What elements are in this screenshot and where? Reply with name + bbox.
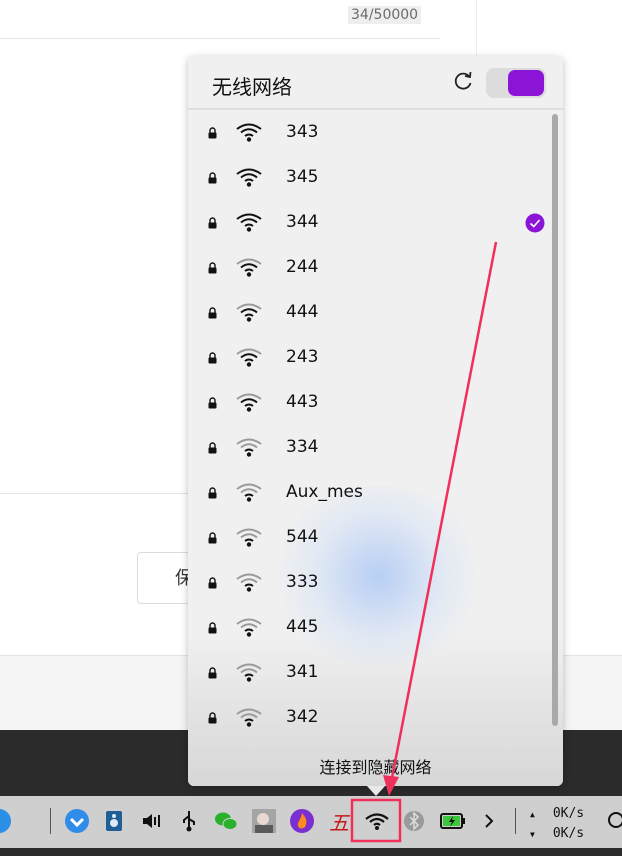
wifi-signal-icon xyxy=(236,438,262,457)
volume-icon[interactable] xyxy=(139,808,165,834)
wifi-signal-icon xyxy=(236,663,262,682)
download-arrow-icon: ▼ xyxy=(530,830,535,839)
network-name: 341 xyxy=(286,662,319,682)
network-name: 334 xyxy=(286,437,319,457)
taskbar-separator xyxy=(515,808,516,834)
network-name: 244 xyxy=(286,257,319,277)
lock-icon xyxy=(208,442,217,454)
wifi-signal-icon xyxy=(236,258,262,277)
network-item-445[interactable]: 445 xyxy=(188,607,550,652)
panel-pointer xyxy=(367,786,385,796)
usb-icon[interactable] xyxy=(176,808,202,834)
network-name: 443 xyxy=(286,392,319,412)
lock-icon xyxy=(208,127,217,139)
wifi-signal-icon xyxy=(236,123,262,142)
wifi-panel: 无线网络 343 345 344 244 444 243 443 334 Aux_mes 544 3… xyxy=(188,56,563,786)
network-item-333[interactable]: 333 xyxy=(188,562,550,607)
taskbar-bottom-edge xyxy=(0,848,622,856)
lock-icon xyxy=(208,172,217,184)
network-item-342[interactable]: 342 xyxy=(188,697,550,742)
bluetooth-icon[interactable] xyxy=(401,808,427,834)
lock-icon xyxy=(208,577,217,589)
network-name: 444 xyxy=(286,302,319,322)
wifi-signal-icon xyxy=(236,483,262,502)
network-name: 343 xyxy=(286,122,319,142)
toggle-knob xyxy=(508,70,544,96)
network-item-Aux_mes[interactable]: Aux_mes xyxy=(188,472,550,517)
lock-icon xyxy=(208,217,217,229)
battery-icon[interactable] xyxy=(439,808,465,834)
wifi-toggle[interactable] xyxy=(486,68,546,98)
refresh-icon[interactable] xyxy=(452,70,474,92)
taskbar: 五 ▲ 0K/s ▼ 0K/s xyxy=(0,796,622,856)
fire-app-icon[interactable] xyxy=(289,808,315,834)
wifi-icon[interactable] xyxy=(364,808,390,834)
wifi-signal-icon xyxy=(236,213,262,232)
network-name: 345 xyxy=(286,167,319,187)
network-item-344[interactable]: 344 xyxy=(188,202,550,247)
network-list: 343 345 344 244 444 243 443 334 Aux_mes 544 333 445… xyxy=(188,112,550,742)
network-name: Aux_mes xyxy=(286,482,363,502)
network-name: 344 xyxy=(286,212,319,232)
download-speed: 0K/s xyxy=(552,826,585,841)
header-divider xyxy=(188,108,563,110)
network-name: 445 xyxy=(286,617,319,637)
network-item-544[interactable]: 544 xyxy=(188,517,550,562)
network-item-341[interactable]: 341 xyxy=(188,652,550,697)
wifi-signal-icon xyxy=(236,708,262,727)
wifi-signal-icon xyxy=(236,303,262,322)
panel-title: 无线网络 xyxy=(212,75,292,99)
network-name: 333 xyxy=(286,572,319,592)
upload-speed: 0K/s xyxy=(552,806,585,821)
lock-icon xyxy=(208,532,217,544)
network-item-343[interactable]: 343 xyxy=(188,112,550,157)
network-item-443[interactable]: 443 xyxy=(188,382,550,427)
network-name: 342 xyxy=(286,707,319,727)
lock-icon xyxy=(208,262,217,274)
lock-icon xyxy=(208,712,217,724)
wifi-signal-icon xyxy=(236,168,262,187)
connect-hidden-network[interactable]: 连接到隐藏网络 xyxy=(188,754,563,778)
network-item-244[interactable]: 244 xyxy=(188,247,550,292)
expand-chevron-icon[interactable] xyxy=(476,808,502,834)
speaker-device-icon[interactable] xyxy=(101,808,127,834)
network-name: 243 xyxy=(286,347,319,367)
app-avatar-icon[interactable] xyxy=(251,808,277,834)
taskbar-separator xyxy=(50,808,51,834)
upload-arrow-icon: ▲ xyxy=(530,810,535,819)
divider xyxy=(0,38,440,39)
char-counter: 34/50000 xyxy=(348,6,422,24)
network-item-243[interactable]: 243 xyxy=(188,337,550,382)
lock-icon xyxy=(208,487,217,499)
lock-icon xyxy=(208,622,217,634)
wifi-signal-icon xyxy=(236,573,262,592)
lock-icon xyxy=(208,352,217,364)
lock-icon xyxy=(208,397,217,409)
wifi-signal-icon xyxy=(236,618,262,637)
network-speed: ▲ 0K/s ▼ 0K/s xyxy=(530,804,584,844)
wubi-input-icon[interactable]: 五 xyxy=(326,808,352,835)
launcher-icon[interactable] xyxy=(0,808,12,834)
connected-check-icon xyxy=(525,213,545,233)
network-item-444[interactable]: 444 xyxy=(188,292,550,337)
dde-file-icon[interactable] xyxy=(64,808,90,834)
network-name: 544 xyxy=(286,527,319,547)
network-item-345[interactable]: 345 xyxy=(188,157,550,202)
network-item-334[interactable]: 334 xyxy=(188,427,550,472)
scrollbar[interactable] xyxy=(552,114,558,726)
wifi-signal-icon xyxy=(236,348,262,367)
wechat-icon[interactable] xyxy=(213,808,239,834)
search-icon[interactable] xyxy=(604,808,622,834)
lock-icon xyxy=(208,307,217,319)
wifi-signal-icon xyxy=(236,393,262,412)
wifi-signal-icon xyxy=(236,528,262,547)
lock-icon xyxy=(208,667,217,679)
